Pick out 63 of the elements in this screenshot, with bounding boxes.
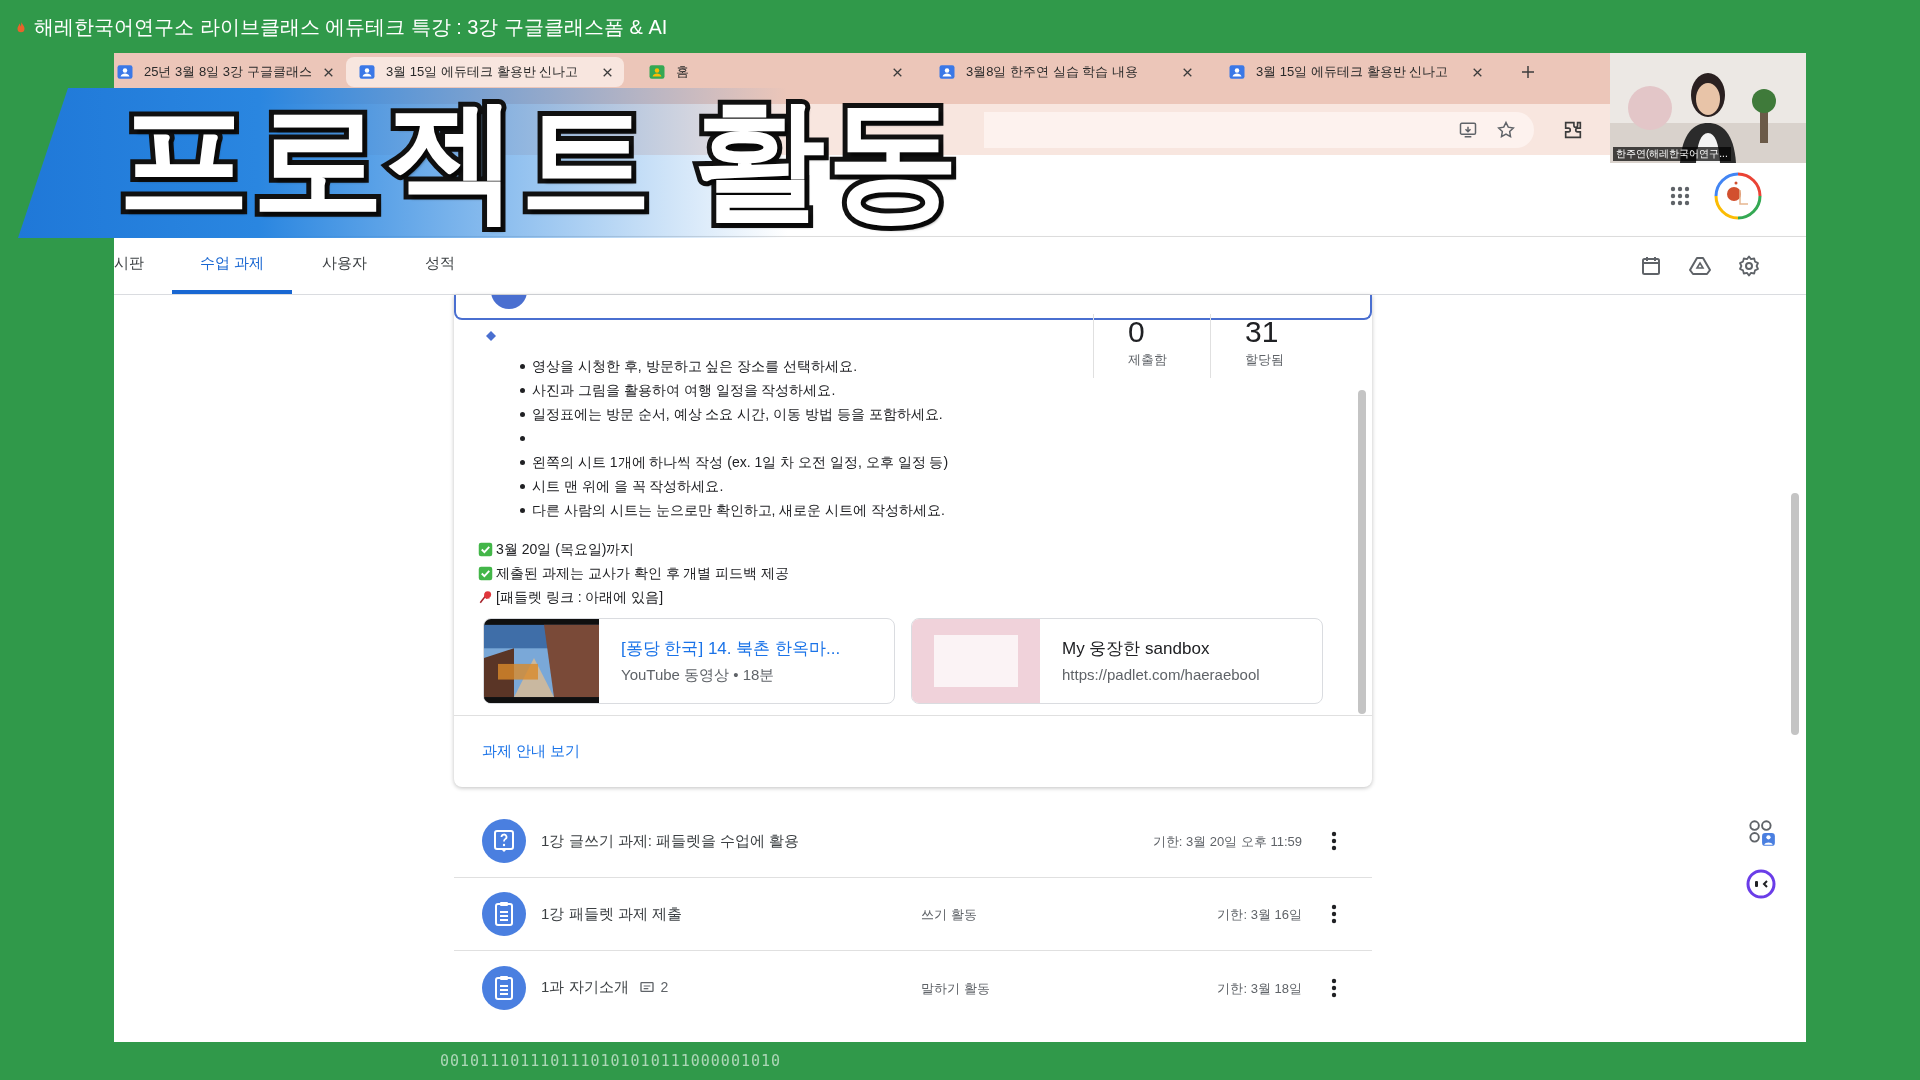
attachment-subtitle: YouTube 동영상 • 18분 xyxy=(621,664,776,685)
classroom-favicon xyxy=(938,63,956,81)
instruction-text: 왼쪽의 시트 1개에 하나씩 작성 (ex. 1일 차 오전 일정, 오후 일정 등) xyxy=(532,452,949,472)
account-avatar-icon[interactable] xyxy=(1714,171,1762,220)
note-text: [패들렛 링크 : 아래에 있음] xyxy=(496,587,664,607)
note-text: 3월 20일 (목요일)까지 xyxy=(496,539,635,559)
item-title: 1강 패들렛 과제 제출 xyxy=(541,903,682,924)
item-title: 1과 자기소개 xyxy=(541,977,629,998)
browser-tab[interactable]: 25년 3월 8일 3강 구글클래스 xyxy=(114,57,340,87)
stat-label: 제출함 xyxy=(1128,351,1168,369)
stat-label: 할당됨 xyxy=(1245,351,1285,369)
headline: 프로젝트 활동 xyxy=(117,90,962,230)
note-text: 제출된 과제는 교사가 확인 후 개별 피드백 제공 xyxy=(496,563,790,583)
settings-icon[interactable] xyxy=(1737,253,1761,278)
nav-tab[interactable]: 시판 xyxy=(114,237,172,294)
classwork-item[interactable]: 1강 글쓰기 과제: 패들렛을 수업에 활용 기한: 3월 20일 오후 11:59 xyxy=(454,805,1372,878)
check-icon xyxy=(478,541,493,557)
stat-count: 0 xyxy=(1128,314,1146,350)
attachment-card[interactable]: [퐁당 한국] 14. 북촌 한옥마... YouTube 동영상 • 18분 xyxy=(483,618,895,704)
due-date: 기한: 3월 18일 xyxy=(1217,980,1302,996)
due-date: 기한: 3월 16일 xyxy=(1217,907,1302,922)
view-instructions-link[interactable]: 과제 안내 보기 xyxy=(482,740,581,763)
classroom-favicon xyxy=(358,63,376,81)
stat-count: 31 xyxy=(1245,314,1280,350)
scrollbar[interactable] xyxy=(1358,390,1366,714)
attachment-title: [퐁당 한국] 14. 북촌 한옥마... xyxy=(621,638,841,660)
classroom-favicon xyxy=(116,63,134,81)
nav-tab[interactable]: 사용자 xyxy=(292,237,396,294)
item-title: 1강 글쓰기 과제: 패들렛을 수업에 활용 xyxy=(541,830,800,851)
window-title: 해레한국어연구소 라이브클래스 에듀테크 특강 : 3강 구글클래스폼 & AI xyxy=(34,14,668,40)
instruction-text: 일정표에는 방문 순서, 예상 소요 시간, 이동 방법 등을 포함하세요. xyxy=(532,404,943,424)
nav-tab[interactable]: 성적 xyxy=(396,237,484,294)
star-icon[interactable] xyxy=(1496,119,1516,140)
browser-tab[interactable]: 홈 xyxy=(636,57,914,87)
assignment-icon xyxy=(482,892,526,936)
instruction-text: 다른 사람의 시트는 눈으로만 확인하고, 새로운 시트에 작성하세요. xyxy=(532,500,945,520)
classroom-favicon xyxy=(648,63,666,81)
diamond-icon xyxy=(485,330,497,342)
due-date: 기한: 3월 20일 오후 11:59 xyxy=(1152,834,1302,849)
question-icon xyxy=(482,819,526,863)
comment-count: 2 xyxy=(660,978,669,997)
instruction-text: 영상을 시청한 후, 방문하고 싶은 장소를 선택하세요. xyxy=(532,356,858,376)
instruction-text: 시트 맨 위에 을 꼭 작성하세요. xyxy=(532,476,724,496)
check-icon xyxy=(478,565,493,581)
attachment-title: My 웅장한 sandbox xyxy=(1062,638,1211,660)
attachment-subtitle: https://padlet.com/haeraebool xyxy=(1062,664,1260,685)
browser-tab[interactable]: 3월 15일 에듀테크 활용반 신나고 xyxy=(346,57,624,87)
browser-tab[interactable]: 3월 15일 에듀테크 활용반 신나고 xyxy=(1216,57,1494,87)
new-tab-icon[interactable] xyxy=(1520,64,1536,80)
classroom-favicon xyxy=(1228,63,1246,81)
item-topic: 쓰기 활동 xyxy=(921,907,977,922)
assistant-icon[interactable] xyxy=(1745,868,1777,900)
attachment-card[interactable]: My 웅장한 sandbox https://padlet.com/haeraebool xyxy=(911,618,1323,704)
page-scrollbar[interactable] xyxy=(1791,493,1799,735)
classwork-item[interactable]: 1과 자기소개 2 말하기 활동 기한: 3월 18일 xyxy=(454,951,1372,1024)
instruction-text: 사진과 그림을 활용하여 여행 일정을 작성하세요. xyxy=(532,380,836,400)
classwork-item[interactable]: 1강 패들렛 과제 제출 쓰기 활동 기한: 3월 16일 xyxy=(454,878,1372,951)
background-digits: 0010111011101110101010111000001010 xyxy=(440,1050,782,1072)
browser-tab[interactable]: 3월8일 한주연 실습 학습 내용 xyxy=(926,57,1204,87)
pin-icon xyxy=(478,589,493,605)
participant-name: 한주연(해레한국어연구... xyxy=(1613,147,1731,161)
item-topic: 말하기 활동 xyxy=(921,980,990,996)
assignment-icon xyxy=(482,965,526,1010)
